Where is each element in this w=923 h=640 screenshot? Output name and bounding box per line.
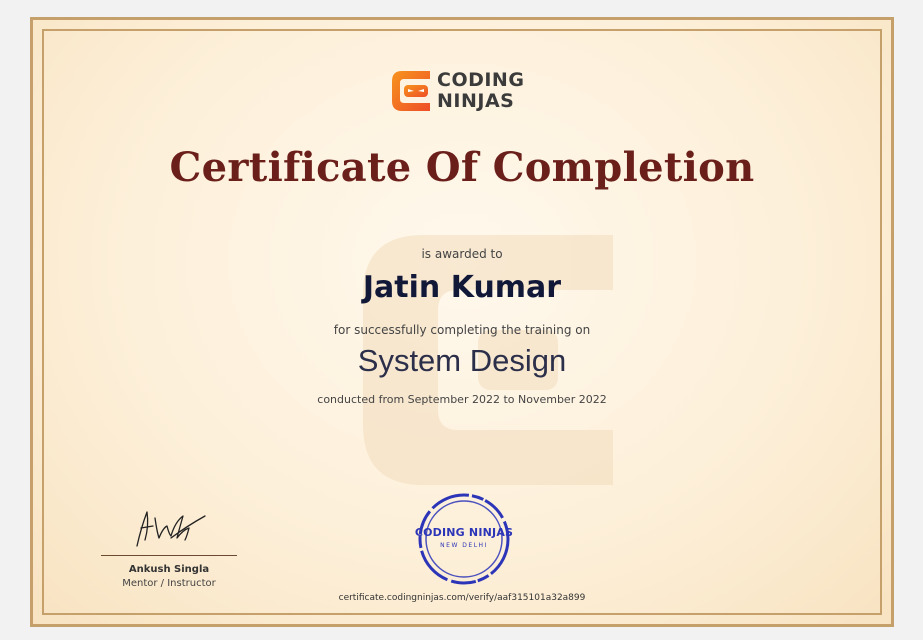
stamp-subtitle: NEW DELHI bbox=[440, 542, 488, 549]
signature-line bbox=[101, 555, 237, 556]
certificate: CODING NINJAS Certificate Of Completion … bbox=[30, 17, 894, 627]
certificate-title: Certificate Of Completion bbox=[169, 144, 755, 191]
completion-label: for successfully completing the training… bbox=[333, 323, 591, 337]
recipient-name: Jatin Kumar bbox=[362, 270, 562, 305]
conducted-dates: conducted from September 2022 to Novembe… bbox=[317, 393, 607, 406]
logo-line-1: CODING bbox=[437, 69, 525, 91]
signature-icon bbox=[136, 511, 206, 547]
awarded-to-label: is awarded to bbox=[421, 247, 503, 261]
signatory-role: Mentor / Instructor bbox=[122, 578, 216, 589]
stamp-title: CODING NINJAS bbox=[414, 526, 514, 539]
verification-url[interactable]: certificate.codingninjas.com/verify/aaf3… bbox=[33, 593, 891, 603]
signature-block: Ankush Singla Mentor / Instructor bbox=[101, 498, 237, 589]
signatory-name: Ankush Singla bbox=[128, 564, 210, 575]
course-name: System Design bbox=[357, 343, 567, 378]
coding-ninjas-logo-icon bbox=[392, 71, 430, 111]
stamp-ring-icon bbox=[418, 493, 510, 585]
coding-ninjas-logo: CODING NINJAS bbox=[390, 66, 550, 116]
logo-line-2: NINJAS bbox=[437, 90, 515, 112]
official-stamp: CODING NINJAS NEW DELHI bbox=[409, 492, 519, 586]
logo-wordmark: CODING NINJAS bbox=[437, 70, 524, 112]
